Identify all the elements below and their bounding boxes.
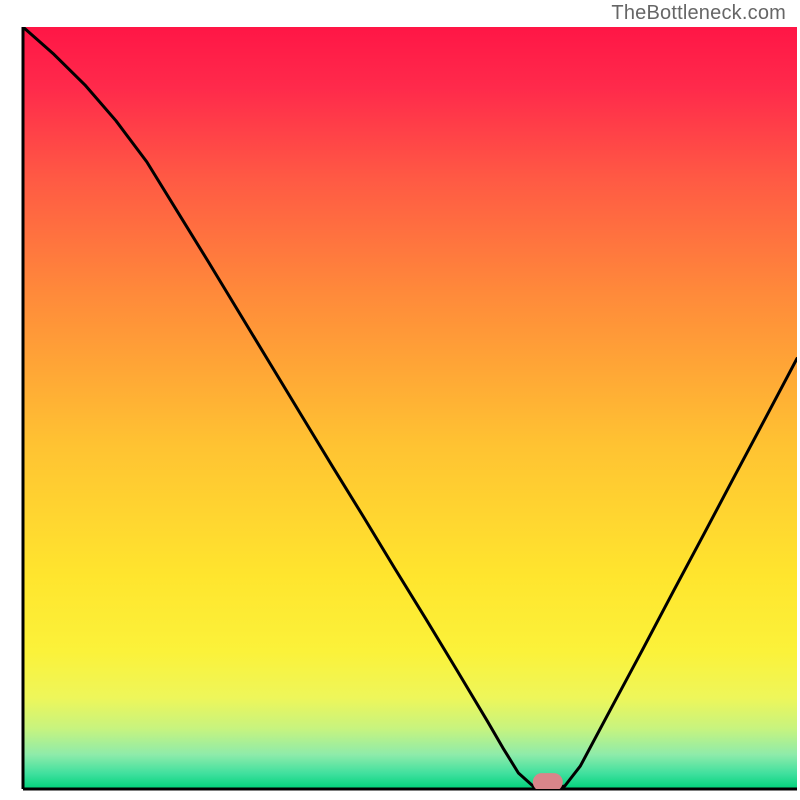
watermark-text: TheBottleneck.com bbox=[611, 2, 786, 25]
chart-svg bbox=[0, 0, 800, 800]
chart-frame: TheBottleneck.com bbox=[0, 0, 800, 800]
series-marker bbox=[533, 773, 563, 791]
chart-bg-gradient bbox=[23, 27, 797, 789]
